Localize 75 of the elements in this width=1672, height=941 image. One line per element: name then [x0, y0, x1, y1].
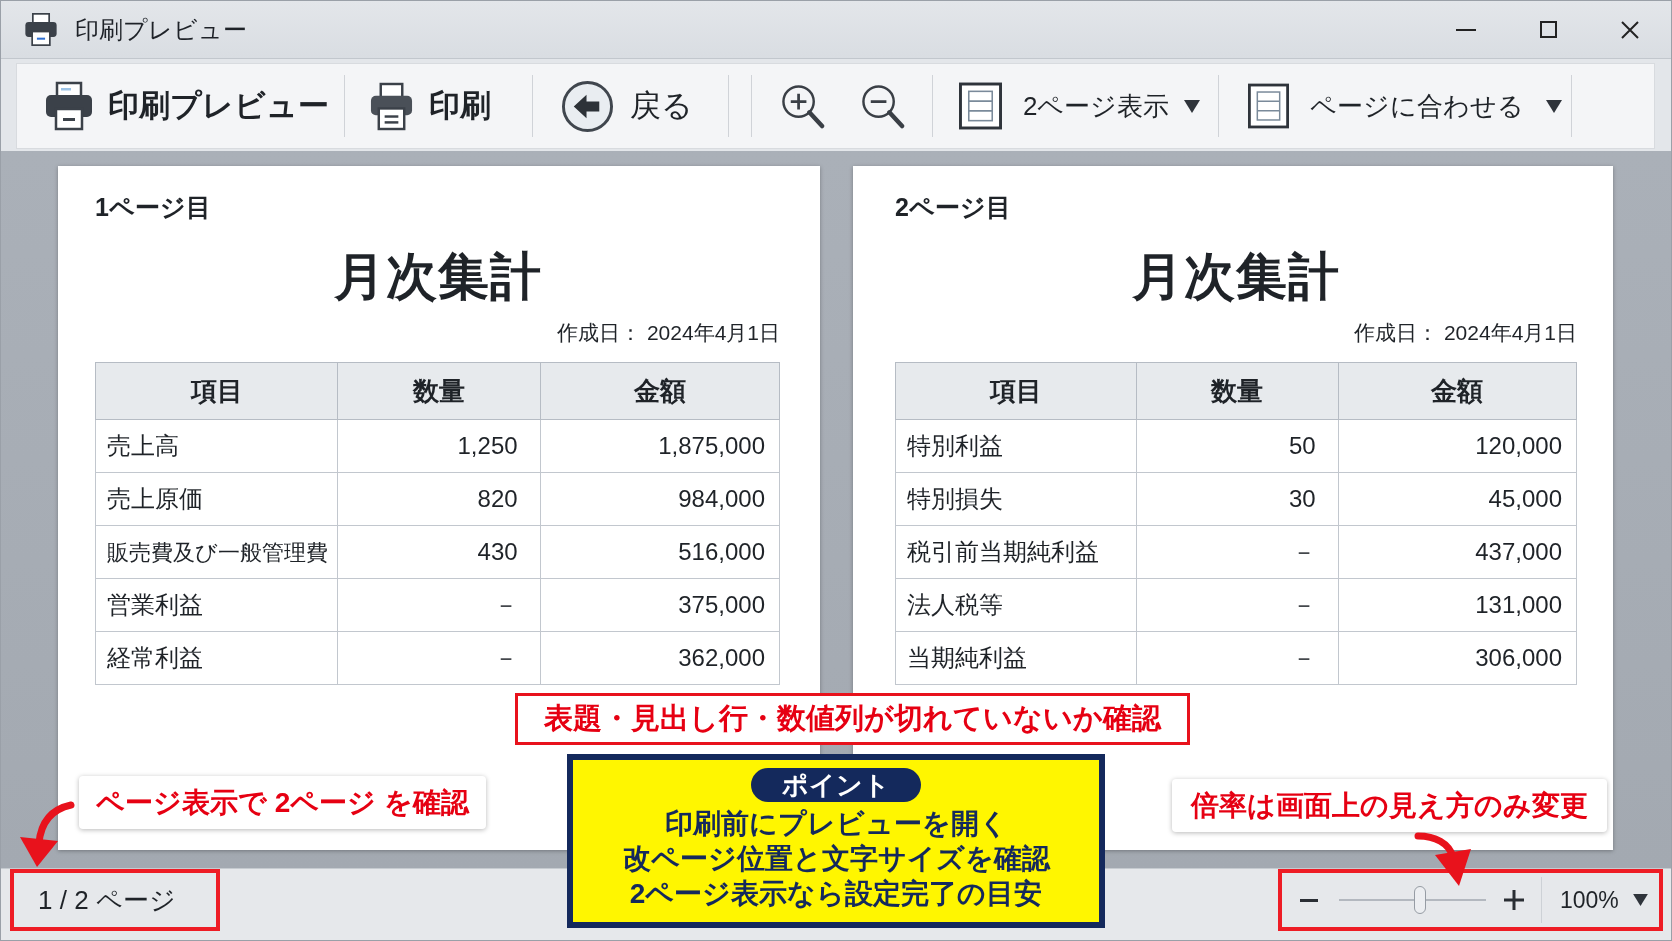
tip-line: 印刷前にプレビューを開く	[664, 807, 1008, 841]
print-preview-button[interactable]: 印刷プレビュー	[17, 73, 344, 139]
table-cell: 516,000	[540, 525, 780, 579]
minus-icon	[1300, 898, 1318, 902]
caret-icon	[1184, 99, 1201, 113]
table-cell: 1,875,000	[540, 419, 780, 473]
page-label: 2ページ目	[895, 192, 1012, 222]
warning-note: 表題・見出し行・数値列が切れていないか確認	[515, 693, 1190, 745]
window-title: 印刷プレビュー	[75, 14, 247, 45]
callout-label: ページ表示で 2ページ を確認	[79, 776, 487, 829]
table-cell: 45,000	[1338, 472, 1577, 526]
creation-date: 作成日： 2024年4月1日	[556, 320, 780, 346]
table-cell: 法人税等	[895, 578, 1137, 632]
table-cell: －	[1136, 631, 1339, 685]
column-header: 金額	[1338, 362, 1577, 420]
curved-arrow-icon	[20, 801, 75, 867]
tip-line: 改ページ位置と文字サイズを確認	[622, 842, 1050, 876]
table-cell: 特別利益	[895, 419, 1137, 473]
slider-thumb[interactable]	[1413, 886, 1426, 914]
table-cell: 1,250	[337, 419, 541, 473]
table-cell: 当期純利益	[895, 631, 1137, 685]
print-button[interactable]: 印刷	[345, 73, 532, 139]
table-cell: 984,000	[540, 472, 780, 526]
column-header: 金額	[540, 362, 780, 420]
table-cell: 120,000	[1338, 419, 1577, 473]
table-cell: 820	[337, 472, 541, 526]
page-layout-icon	[1248, 83, 1289, 129]
printer-icon	[24, 11, 58, 48]
back-button[interactable]: 戻る	[533, 73, 728, 139]
table-cell: 営業利益	[95, 578, 338, 632]
document-title: 月次集計	[1131, 247, 1341, 307]
zoom-level-dropdown[interactable]: 100%	[1542, 877, 1659, 923]
column-header: 項目	[895, 362, 1137, 420]
table-cell: 経常利益	[95, 631, 338, 685]
table-cell: 437,000	[1338, 525, 1577, 579]
caret-icon	[1546, 99, 1562, 113]
table-cell: －	[1136, 578, 1339, 632]
plus-icon	[1504, 890, 1524, 910]
table-cell: 売上高	[95, 419, 338, 473]
column-header: 数量	[337, 362, 541, 420]
page-indicator: 1 / 2 ページ	[10, 869, 220, 931]
table-cell: 特別損失	[895, 472, 1137, 526]
table-cell: －	[337, 578, 541, 632]
zoom-out-icon	[859, 82, 905, 130]
printer-icon	[44, 81, 94, 131]
table-cell: 375,000	[540, 578, 780, 632]
tip-line: 2ページ表示なら設定完了の目安	[629, 877, 1043, 911]
table-cell: －	[337, 631, 541, 685]
tip-badge: ポイント	[751, 768, 921, 802]
table-cell: 430	[337, 525, 541, 579]
table-cell: 362,000	[540, 631, 780, 685]
table-cell: 売上原価	[95, 472, 338, 526]
column-header: 数量	[1136, 362, 1339, 420]
page-label: 1ページ目	[95, 192, 212, 222]
printer-icon	[369, 81, 414, 131]
close-icon	[1621, 20, 1639, 39]
table-cell: 131,000	[1338, 578, 1577, 632]
table-cell: 50	[1136, 419, 1339, 473]
document-title: 月次集計	[332, 247, 543, 307]
callout-label: 倍率は画面上の見え方のみ変更	[1172, 779, 1607, 832]
zoom-slider[interactable]	[1339, 886, 1486, 914]
table-cell: 販売費及び一般管理費	[95, 525, 338, 579]
table-cell: －	[1136, 525, 1339, 579]
fit-page-dropdown[interactable]: ページに合わせる	[1219, 73, 1571, 139]
caret-icon	[1632, 894, 1648, 906]
table-cell: 税引前当期純利益	[895, 525, 1137, 579]
page-view-dropdown[interactable]: 2ページ表示	[933, 73, 1218, 139]
column-header: 項目	[95, 362, 338, 420]
minimize-icon	[1456, 28, 1476, 31]
page-layout-icon	[959, 82, 1002, 130]
table-cell: 306,000	[1338, 631, 1577, 685]
zoom-in-icon	[779, 82, 825, 130]
table-cell: 30	[1136, 472, 1339, 526]
maximize-icon	[1539, 21, 1557, 38]
creation-date: 作成日： 2024年4月1日	[1353, 320, 1577, 346]
